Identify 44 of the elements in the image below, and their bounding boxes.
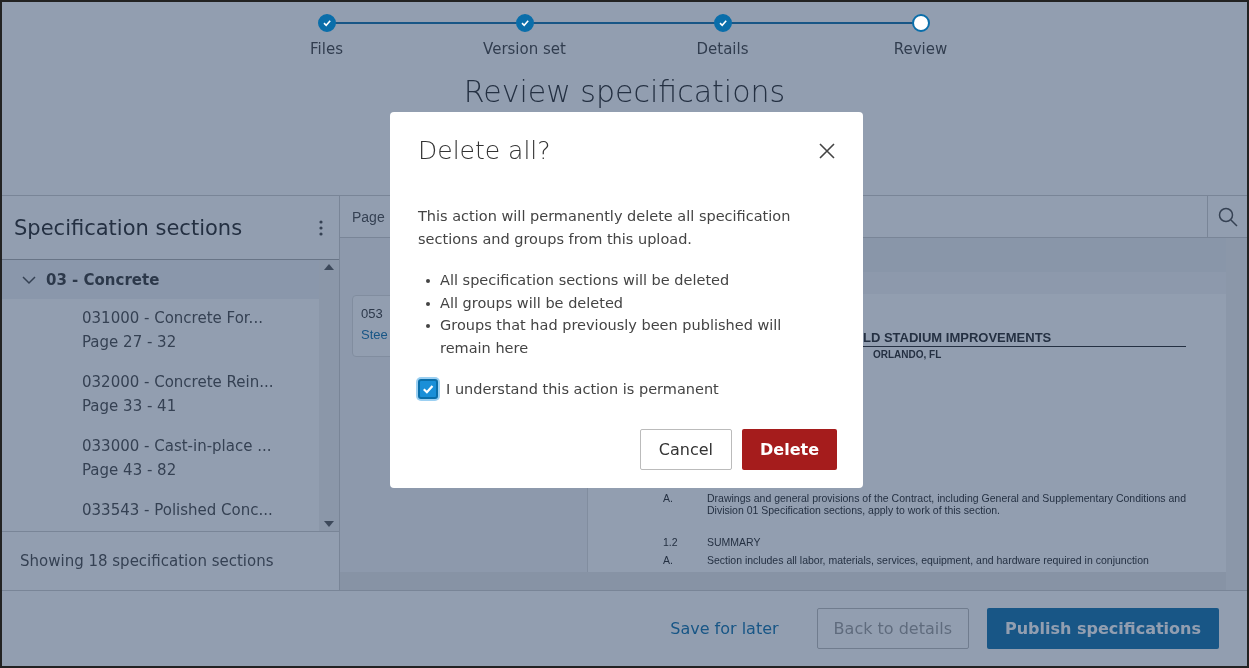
dialog-title: Delete all? (418, 136, 551, 165)
close-button[interactable] (817, 140, 837, 161)
checkbox-label: I understand this action is permanent (446, 381, 719, 397)
paragraph-number: A. (663, 554, 674, 566)
paragraph-text: Section includes all labor, materials, services, equipment, and hardware required in conjunction (707, 554, 1150, 566)
close-icon (819, 142, 835, 159)
more-icon[interactable] (319, 219, 323, 236)
search-icon (1217, 206, 1238, 227)
card-link[interactable]: Stee (361, 327, 388, 342)
cancel-button[interactable]: Cancel (639, 429, 733, 470)
step-label: Files (310, 40, 343, 58)
check-icon (519, 18, 530, 28)
paragraph-text: SUMMARY (707, 536, 762, 548)
chevron-icon (22, 274, 36, 285)
scroll-up-icon[interactable] (324, 264, 334, 270)
publish-button[interactable]: Publish specifications (987, 608, 1219, 649)
scroll-down-icon[interactable] (324, 521, 334, 527)
step-label: Review (893, 40, 948, 58)
step-label: Version set (483, 40, 566, 58)
save-for-later-link[interactable]: Save for later (650, 611, 799, 646)
paragraph-number: 1.2 (663, 536, 679, 548)
check-icon (421, 382, 435, 396)
group-row[interactable]: 03 - Concrete (2, 260, 319, 299)
check-icon (321, 18, 332, 28)
card-text: 053 (361, 306, 383, 321)
bullet-text: All specification sections will be deleted (440, 271, 730, 290)
checkbox[interactable] (418, 379, 438, 399)
check-icon (717, 18, 728, 28)
bullet-text: Groups that had previously been published will remain here (440, 316, 783, 358)
page-title: Review specifications (462, 74, 787, 111)
paragraph-text: Drawings and general provisions of the Contract, including General and Supplementary Conditions and Division 01 Specification sections, apply to work of this section. (707, 492, 1186, 516)
paragraph-number: A. (663, 492, 674, 506)
delete-button[interactable]: Delete (742, 429, 837, 470)
bullet-icon (426, 279, 430, 283)
sidebar-title: Specification sections (14, 215, 243, 240)
bullet-icon (426, 324, 430, 328)
section-count: Showing 18 specification sections (19, 551, 275, 572)
document-subheading: ORLANDO, FL (873, 349, 942, 360)
document-heading: LD STADIUM IMPROVEMENTS (863, 330, 1186, 347)
bullet-icon (426, 301, 430, 306)
step-label: Details (696, 40, 749, 58)
bullet-text: All groups will be deleted (440, 293, 624, 313)
scrollbar[interactable] (319, 260, 339, 531)
horizontal-scrollbar[interactable] (340, 572, 1226, 590)
